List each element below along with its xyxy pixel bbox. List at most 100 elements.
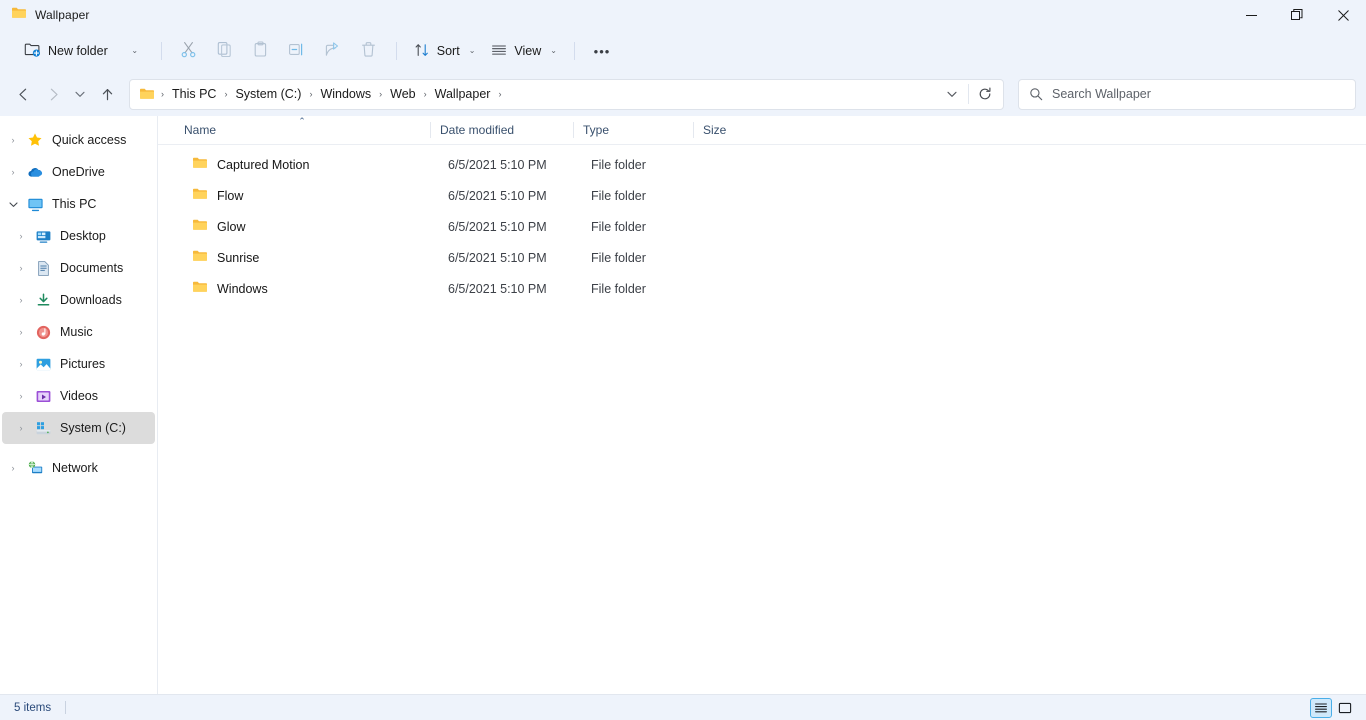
navigation-bar: › This PC › System (C:) › Windows › Web … <box>0 72 1366 116</box>
sidebar-item-quick-access[interactable]: › Quick access <box>2 124 155 156</box>
column-header-size[interactable]: Size <box>693 116 773 144</box>
refresh-button[interactable] <box>971 81 999 108</box>
details-view-icon[interactable] <box>1310 697 1332 718</box>
breadcrumb-separator: › <box>423 88 427 99</box>
share-button[interactable] <box>315 36 351 66</box>
sidebar-item-system-c[interactable]: › System (C:) <box>2 412 155 444</box>
copy-icon <box>216 41 233 61</box>
forward-button[interactable] <box>38 79 68 109</box>
table-row[interactable]: Windows 6/5/2021 5:10 PM File folder <box>166 273 1362 304</box>
search-input[interactable]: Search Wallpaper <box>1052 87 1151 101</box>
up-button[interactable] <box>92 79 122 109</box>
back-button[interactable] <box>8 79 38 109</box>
chevron-right-icon[interactable]: › <box>10 263 32 273</box>
column-header-date-modified[interactable]: Date modified <box>430 116 573 144</box>
sidebar-item-label: This PC <box>52 197 97 211</box>
table-row[interactable]: Glow 6/5/2021 5:10 PM File folder <box>166 211 1362 242</box>
sidebar-item-documents[interactable]: › Documents <box>2 252 155 284</box>
file-name-label: Flow <box>217 188 244 203</box>
file-name-label: Captured Motion <box>217 157 310 172</box>
view-button[interactable]: View ⌄ <box>483 36 565 66</box>
close-button[interactable] <box>1320 0 1366 30</box>
address-dropdown-button[interactable] <box>938 81 966 108</box>
sidebar-item-music[interactable]: › Music <box>2 316 155 348</box>
item-count-label: 5 items <box>14 701 52 714</box>
table-row[interactable]: Captured Motion 6/5/2021 5:10 PM File fo… <box>166 149 1362 180</box>
address-folder-icon <box>139 86 155 102</box>
status-bar: 5 items <box>0 694 1366 720</box>
sort-label: Sort <box>436 44 460 58</box>
copy-button[interactable] <box>207 36 243 66</box>
sidebar-item-downloads[interactable]: › Downloads <box>2 284 155 316</box>
file-name-cell: Windows <box>182 279 438 298</box>
chevron-right-icon[interactable]: › <box>2 135 24 145</box>
minimize-button[interactable] <box>1228 0 1274 30</box>
folder-icon <box>192 248 208 267</box>
table-row[interactable]: Sunrise 6/5/2021 5:10 PM File folder <box>166 242 1362 273</box>
monitor-icon <box>24 196 46 213</box>
column-header-name[interactable]: Name ⌃ <box>174 116 430 144</box>
table-row[interactable]: Flow 6/5/2021 5:10 PM File folder <box>166 180 1362 211</box>
file-name-cell: Glow <box>182 217 438 236</box>
chevron-right-icon[interactable]: › <box>10 359 32 369</box>
chevron-right-icon[interactable]: › <box>10 231 32 241</box>
file-type-cell: File folder <box>591 281 646 296</box>
chevron-right-icon[interactable]: › <box>10 423 32 433</box>
new-folder-button[interactable]: New folder <box>16 36 116 66</box>
file-list-pane: Name ⌃ Date modified Type Size Captured … <box>158 116 1366 694</box>
cloud-icon <box>24 164 46 181</box>
sidebar-item-this-pc[interactable]: This PC <box>2 188 155 220</box>
rename-button[interactable] <box>279 36 315 66</box>
chevron-down-icon: ⌄ <box>550 46 557 55</box>
chevron-down-icon: ⌄ <box>131 46 139 55</box>
title-bar-left: Wallpaper <box>0 5 89 26</box>
file-type-cell: File folder <box>591 250 646 265</box>
ellipsis-icon: ••• <box>593 43 611 59</box>
sidebar-item-pictures[interactable]: › Pictures <box>2 348 155 380</box>
column-headers: Name ⌃ Date modified Type Size <box>158 116 1366 145</box>
documents-icon <box>32 260 54 277</box>
chevron-right-icon[interactable]: › <box>10 391 32 401</box>
paste-button[interactable] <box>243 36 279 66</box>
sidebar-item-label: OneDrive <box>52 165 105 179</box>
address-bar[interactable]: › This PC › System (C:) › Windows › Web … <box>129 78 1004 110</box>
file-date-cell: 6/5/2021 5:10 PM <box>448 157 547 172</box>
delete-button[interactable] <box>351 36 387 66</box>
toolbar-divider <box>160 42 162 60</box>
new-folder-label: New folder <box>48 44 108 58</box>
share-icon <box>324 41 341 61</box>
breadcrumb-item-system-c[interactable]: System (C:) <box>230 84 306 104</box>
new-folder-dropdown[interactable]: ⌄ <box>116 36 152 66</box>
file-type-cell: File folder <box>591 188 646 203</box>
toolbar-divider-3 <box>573 42 575 60</box>
sidebar-item-videos[interactable]: › Videos <box>2 380 155 412</box>
file-name-label: Windows <box>217 281 268 296</box>
large-icons-view-icon[interactable] <box>1334 698 1356 718</box>
chevron-right-icon[interactable]: › <box>2 463 24 473</box>
breadcrumb-item-windows[interactable]: Windows <box>315 84 376 104</box>
sidebar-item-onedrive[interactable]: › OneDrive <box>2 156 155 188</box>
view-toggle-group <box>1310 695 1356 720</box>
sidebar-item-desktop[interactable]: › Desktop <box>2 220 155 252</box>
maximize-restore-button[interactable] <box>1274 0 1320 30</box>
sort-button[interactable]: Sort ⌄ <box>406 36 484 66</box>
folder-icon <box>192 155 208 174</box>
recent-locations-button[interactable] <box>68 79 92 109</box>
breadcrumb-item-this-pc[interactable]: This PC <box>167 84 221 104</box>
chevron-right-icon[interactable]: › <box>10 327 32 337</box>
chevron-right-icon[interactable]: › <box>10 295 32 305</box>
breadcrumb-item-wallpaper[interactable]: Wallpaper <box>430 84 496 104</box>
view-icon <box>491 42 507 61</box>
search-box[interactable]: Search Wallpaper <box>1018 78 1356 110</box>
column-header-type[interactable]: Type <box>573 116 693 144</box>
chevron-right-icon[interactable]: › <box>2 167 24 177</box>
cut-button[interactable] <box>171 36 207 66</box>
file-rows: Captured Motion 6/5/2021 5:10 PM File fo… <box>158 145 1366 694</box>
desktop-icon <box>32 228 54 245</box>
chevron-down-icon[interactable] <box>2 199 24 210</box>
sidebar-item-network[interactable]: › Network <box>2 452 155 484</box>
more-options-button[interactable]: ••• <box>584 36 620 66</box>
column-header-date-label: Date modified <box>440 123 515 137</box>
file-date-cell: 6/5/2021 5:10 PM <box>448 188 547 203</box>
breadcrumb-item-web[interactable]: Web <box>385 84 420 104</box>
